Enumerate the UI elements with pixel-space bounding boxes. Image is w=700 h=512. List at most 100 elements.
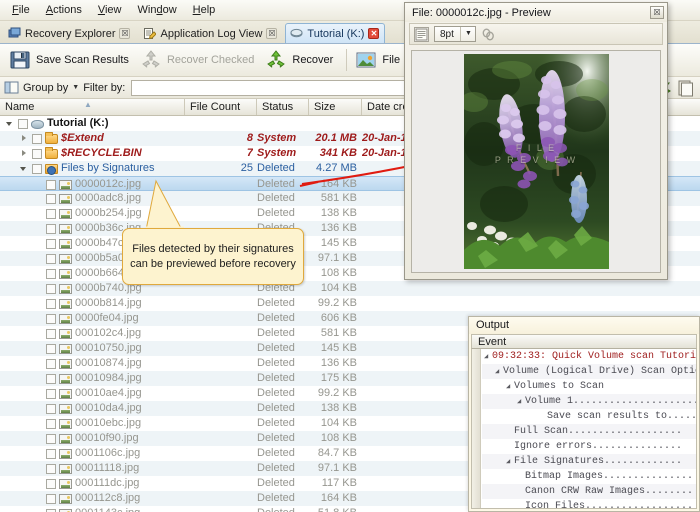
row-checkbox[interactable]: [46, 419, 56, 429]
chevron-down-icon[interactable]: ▼: [460, 27, 473, 41]
file-preview-window[interactable]: File: 0000012c.jpg - Preview ☒ 8pt ▼: [404, 2, 668, 280]
tab-recovery-explorer[interactable]: Recovery Explorer ☒: [3, 23, 136, 43]
preview-title-bar[interactable]: File: 0000012c.jpg - Preview ☒: [405, 3, 667, 22]
tab-tutorial-k[interactable]: Tutorial (K:) ✕: [285, 23, 385, 43]
expander-collapsed-icon[interactable]: [20, 149, 29, 158]
row-checkbox[interactable]: [46, 359, 56, 369]
expander-expanded-icon[interactable]: [6, 119, 15, 128]
text-view-icon[interactable]: [414, 27, 429, 42]
menu-item-actions[interactable]: Actions: [38, 2, 90, 18]
row-checkbox[interactable]: [46, 284, 56, 294]
column-header-name[interactable]: Name: [0, 99, 185, 115]
chevron-down-icon[interactable]: ▼: [72, 84, 79, 91]
row-name-cell[interactable]: 0000adc8.jpg: [0, 191, 141, 206]
output-event-row[interactable]: Bitmap Images...............: [482, 469, 696, 484]
recover-checked-button[interactable]: Recover Checked: [137, 46, 262, 74]
row-name-cell[interactable]: 00010da4.jpg: [0, 401, 142, 416]
output-event-row[interactable]: ◢File Signatures.............: [482, 454, 696, 469]
save-scan-results-button[interactable]: Save Scan Results: [6, 46, 137, 74]
row-name-cell[interactable]: 0000b254.jpg: [0, 206, 142, 221]
row-checkbox[interactable]: [46, 494, 56, 504]
row-checkbox[interactable]: [46, 389, 56, 399]
row-name-cell[interactable]: 00010ae4.jpg: [0, 386, 142, 401]
output-event-row[interactable]: ◢09:32:33: Quick Volume scan Tutorial: [482, 349, 696, 364]
expander-expanded-icon[interactable]: ◢: [517, 395, 525, 409]
tab-close-icon[interactable]: ☒: [119, 28, 130, 39]
menu-item-window[interactable]: Window: [130, 2, 185, 18]
row-checkbox[interactable]: [46, 479, 56, 489]
row-checkbox[interactable]: [46, 299, 56, 309]
row-name-cell[interactable]: 0001143c.jpg: [0, 506, 140, 512]
font-size-select[interactable]: 8pt ▼: [434, 26, 476, 42]
row-name-cell[interactable]: 0001106c.jpg: [0, 446, 140, 461]
row-checkbox[interactable]: [46, 434, 56, 444]
expander-expanded-icon[interactable]: ◢: [495, 365, 503, 379]
output-event-row[interactable]: Canon CRW Raw Images........: [482, 484, 696, 499]
table-row[interactable]: 0000b740.jpgDeleted104 KB: [0, 281, 700, 296]
expander-expanded-icon[interactable]: ◢: [506, 380, 514, 394]
row-checkbox[interactable]: [46, 224, 56, 234]
row-name-cell[interactable]: 00010750.jpg: [0, 341, 142, 356]
tab-application-log-view[interactable]: Application Log View ☒: [138, 23, 283, 43]
expander-expanded-icon[interactable]: [20, 164, 29, 173]
tab-close-icon[interactable]: ☒: [266, 28, 277, 39]
row-name-cell[interactable]: 0000b664.jpg: [0, 266, 142, 281]
recover-button[interactable]: Recover: [262, 46, 341, 74]
row-checkbox[interactable]: [32, 134, 42, 144]
output-event-row[interactable]: Full Scan...................: [482, 424, 696, 439]
row-checkbox[interactable]: [46, 314, 56, 324]
column-header-file-count[interactable]: File Count: [185, 99, 257, 115]
panel-layout-icon[interactable]: [4, 80, 19, 95]
table-row[interactable]: 0000b814.jpgDeleted99.2 KB: [0, 296, 700, 311]
row-name-cell[interactable]: 0000b5a0.jpg: [0, 251, 142, 266]
row-name-cell[interactable]: 0000b740.jpg: [0, 281, 142, 296]
row-name-cell[interactable]: 00010f90.jpg: [0, 431, 139, 446]
row-checkbox[interactable]: [32, 164, 42, 174]
row-name-cell[interactable]: 000111dc.jpg: [0, 476, 139, 491]
menu-item-help[interactable]: Help: [185, 2, 224, 18]
row-checkbox[interactable]: [46, 254, 56, 264]
row-checkbox[interactable]: [46, 180, 56, 190]
row-checkbox[interactable]: [46, 269, 56, 279]
row-checkbox[interactable]: [46, 239, 56, 249]
row-name-cell[interactable]: Files by Signatures: [0, 161, 155, 176]
row-name-cell[interactable]: $RECYCLE.BIN: [0, 146, 142, 161]
expander-expanded-icon[interactable]: ◢: [484, 350, 492, 364]
column-header-size[interactable]: Size: [309, 99, 362, 115]
group-by-label[interactable]: Group by: [23, 82, 68, 94]
row-checkbox[interactable]: [18, 119, 28, 129]
link-chain-icon[interactable]: [481, 27, 496, 42]
output-event-row[interactable]: ◢Volumes to Scan: [482, 379, 696, 394]
row-name-cell[interactable]: 00010984.jpg: [0, 371, 142, 386]
close-icon[interactable]: ☒: [650, 6, 664, 19]
output-event-row[interactable]: Ignore errors...............: [482, 439, 696, 454]
expander-collapsed-icon[interactable]: [20, 134, 29, 143]
row-checkbox[interactable]: [46, 404, 56, 414]
row-checkbox[interactable]: [46, 464, 56, 474]
copy-clipboard-icon[interactable]: [676, 79, 696, 97]
output-event-row[interactable]: Icon Files..................: [482, 499, 696, 509]
output-event-row[interactable]: Save scan results to........: [482, 409, 696, 424]
output-panel[interactable]: Output Event ◢09:32:33: Quick Volume sca…: [468, 316, 700, 512]
output-event-row[interactable]: ◢Volume (Logical Drive) Scan Options: [482, 364, 696, 379]
output-event-row[interactable]: ◢Volume 1.....................: [482, 394, 696, 409]
row-name-cell[interactable]: 000102c4.jpg: [0, 326, 141, 341]
row-checkbox[interactable]: [46, 329, 56, 339]
row-name-cell[interactable]: 0000012c.jpg: [0, 177, 141, 192]
menu-item-file[interactable]: File: [4, 2, 38, 18]
output-event-list[interactable]: ◢09:32:33: Quick Volume scan Tutorial◢Vo…: [482, 349, 696, 508]
tab-close-icon[interactable]: ✕: [368, 28, 379, 39]
row-checkbox[interactable]: [46, 344, 56, 354]
row-name-cell[interactable]: 00010874.jpg: [0, 356, 142, 371]
output-scrollbar[interactable]: [472, 349, 481, 508]
row-checkbox[interactable]: [32, 149, 42, 159]
row-checkbox[interactable]: [46, 374, 56, 384]
row-name-cell[interactable]: Tutorial (K:): [0, 116, 109, 131]
expander-expanded-icon[interactable]: ◢: [506, 455, 514, 469]
row-name-cell[interactable]: 0000b36c.jpg: [0, 221, 141, 236]
row-name-cell[interactable]: 00010ebc.jpg: [0, 416, 141, 431]
column-header-status[interactable]: Status: [257, 99, 309, 115]
menu-item-view[interactable]: View: [90, 2, 130, 18]
row-checkbox[interactable]: [46, 449, 56, 459]
row-name-cell[interactable]: $Extend: [0, 131, 104, 146]
